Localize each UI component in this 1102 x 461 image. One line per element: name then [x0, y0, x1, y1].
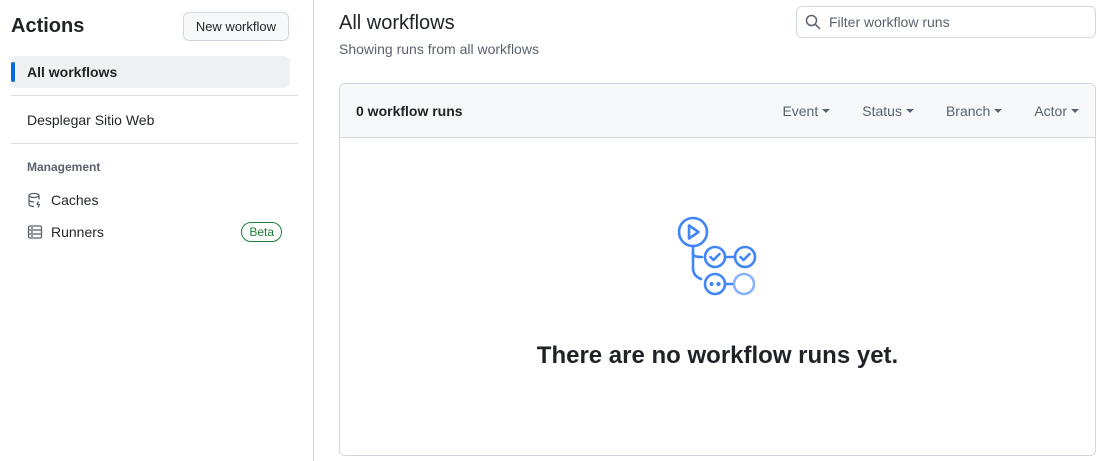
caches-label: Caches [51, 192, 99, 208]
sidebar-item-workflow[interactable]: Desplegar Sitio Web [11, 104, 290, 136]
run-count: 0 workflow runs [356, 102, 463, 119]
sidebar-item-caches[interactable]: Caches [11, 186, 290, 214]
new-workflow-button[interactable]: New workflow [182, 11, 289, 41]
filter-branch[interactable]: Branch [945, 102, 1003, 119]
chevron-down-icon [1071, 109, 1079, 113]
search-box[interactable] [796, 6, 1096, 38]
filter-branch-label: Branch [945, 102, 991, 119]
page-title: All workflows [339, 12, 455, 34]
management-section-label: Management [27, 160, 101, 174]
filter-event-label: Event [782, 102, 819, 119]
empty-state-message: There are no workflow runs yet. [536, 342, 899, 369]
server-icon [27, 224, 43, 240]
chevron-down-icon [822, 109, 831, 113]
search-input[interactable] [829, 14, 1089, 30]
chevron-down-icon [905, 109, 914, 113]
page-subtitle: Showing runs from all workflows [339, 41, 539, 57]
chevron-down-icon [994, 109, 1003, 113]
workflow-illustration-icon [676, 216, 762, 303]
database-icon [27, 192, 43, 208]
workflow-runs-panel: 0 workflow runs Event Status Branch Acto… [339, 83, 1096, 456]
filter-actor[interactable]: Actor [1034, 103, 1079, 119]
blankslate: There are no workflow runs yet. [340, 138, 1095, 455]
filter-status[interactable]: Status [862, 103, 914, 119]
beta-badge: Beta [241, 222, 282, 242]
filter-status-label: Status [862, 102, 902, 119]
panel-header: 0 workflow runs Event Status Branch Acto… [340, 84, 1095, 138]
sidebar-header: Actions New workflow [11, 11, 289, 41]
sidebar-divider [11, 143, 298, 144]
sidebar: Actions New workflow All workflows Despl… [0, 0, 314, 461]
sidebar-item-runners[interactable]: Runners Beta [11, 218, 290, 246]
filter-actor-label: Actor [1034, 102, 1067, 119]
sidebar-divider [11, 95, 298, 96]
sidebar-item-all-workflows[interactable]: All workflows [11, 56, 290, 88]
sidebar-title: Actions [11, 14, 85, 37]
filter-event[interactable]: Event [782, 102, 831, 119]
runners-label: Runners [51, 224, 104, 240]
search-icon [805, 14, 821, 30]
